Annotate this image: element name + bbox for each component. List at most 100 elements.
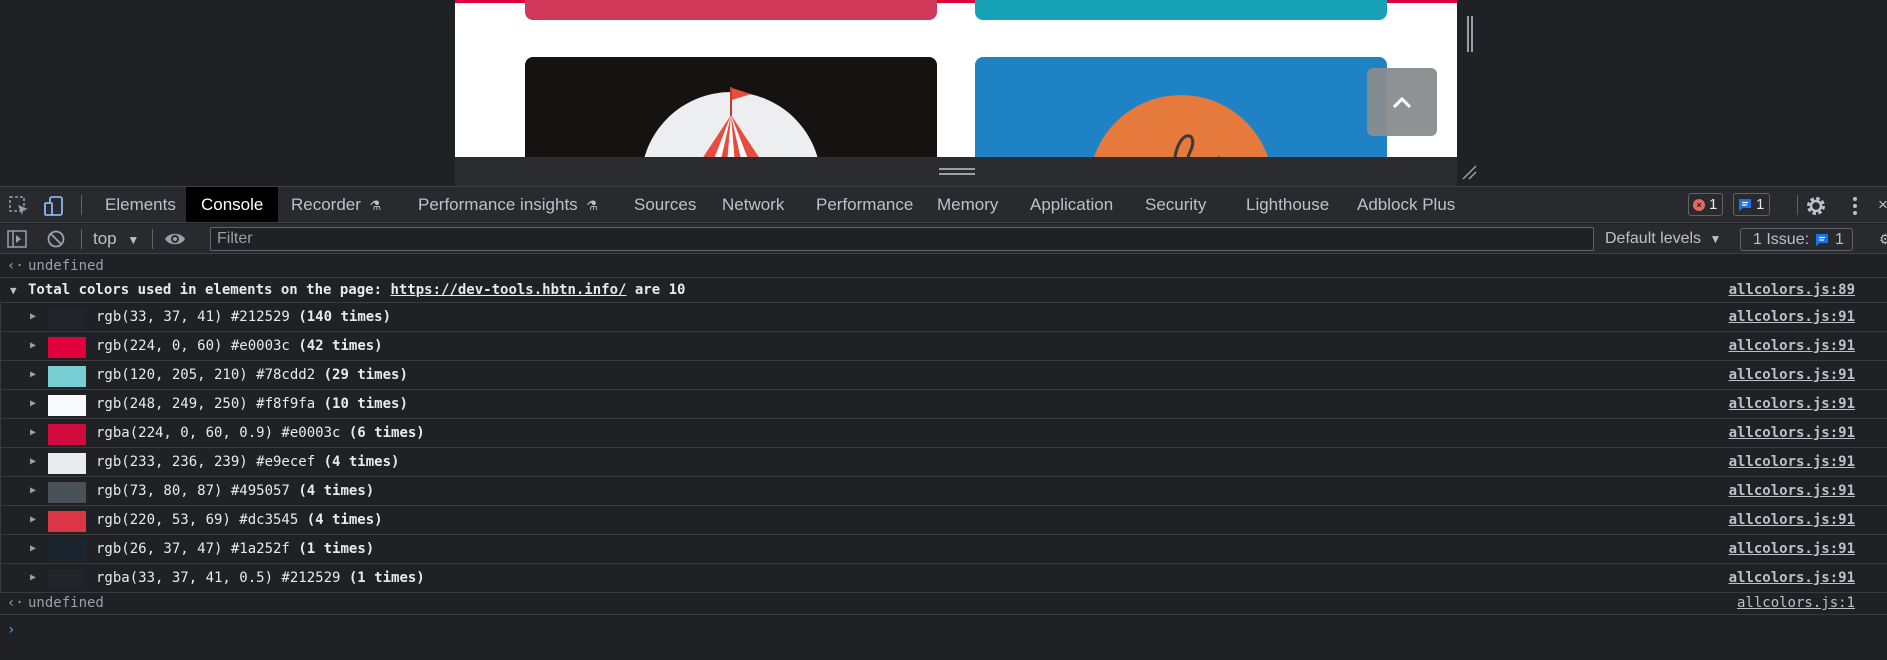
color-count: (140 times) <box>298 309 392 325</box>
color-swatch <box>48 366 86 387</box>
source-link[interactable]: allcolors.js:91 <box>1729 390 1855 418</box>
color-swatch <box>48 540 86 561</box>
expand-triangle-icon[interactable]: ▶ <box>30 419 36 447</box>
inspect-element-icon[interactable] <box>8 195 30 217</box>
console-color-row[interactable]: ▶ rgb(248, 249, 250) #f8f9fa (10 times) al… <box>0 390 1887 419</box>
expand-triangle-icon[interactable]: ▶ <box>30 535 36 563</box>
color-count: (1 times) <box>348 570 425 586</box>
source-link[interactable]: allcolors.js:91 <box>1729 361 1855 389</box>
source-link[interactable]: allcolors.js:91 <box>1729 477 1855 505</box>
source-link[interactable]: allcolors.js:91 <box>1729 419 1855 447</box>
basketball-icon <box>1094 95 1268 157</box>
gear-icon[interactable] <box>1805 195 1827 217</box>
error-counter[interactable]: × 1 <box>1688 193 1724 216</box>
card-circus[interactable] <box>525 57 937 157</box>
console-result: ‹· undefined <box>0 255 1887 278</box>
console-color-row[interactable]: ▶ rgb(233, 236, 239) #e9ecef (4 times) all… <box>0 448 1887 477</box>
log-levels-select[interactable]: Default levels ▼ <box>1605 224 1721 254</box>
console-group-header[interactable]: ▼ Total colors used in elements on the p… <box>0 278 1887 303</box>
expand-triangle-icon[interactable]: ▶ <box>30 332 36 360</box>
console-color-row[interactable]: ▶ rgb(120, 205, 210) #78cdd2 (29 times) al… <box>0 361 1887 390</box>
clear-console-icon[interactable] <box>45 228 67 250</box>
page-content <box>455 0 1457 157</box>
more-options-icon[interactable] <box>1844 195 1866 217</box>
sidebar-toggle-icon[interactable] <box>6 228 28 250</box>
card-teal[interactable] <box>975 0 1387 20</box>
expand-triangle-icon[interactable]: ▶ <box>30 448 36 476</box>
eye-icon[interactable] <box>164 228 186 250</box>
console-color-row[interactable]: ▶ rgb(220, 53, 69) #dc3545 (4 times) allco… <box>0 506 1887 535</box>
tab-performance[interactable]: Performance <box>816 187 913 222</box>
color-swatch <box>48 395 86 416</box>
tab-memory[interactable]: Memory <box>937 187 998 222</box>
color-count: (4 times) <box>323 454 400 470</box>
console-prompt-icon[interactable]: › <box>7 622 15 638</box>
color-entry: rgb(248, 249, 250) #f8f9fa (10 times) <box>96 390 408 418</box>
group-url-link[interactable]: https://dev-tools.hbtn.info/ <box>390 282 626 298</box>
color-entry: rgb(120, 205, 210) #78cdd2 (29 times) <box>96 361 408 389</box>
source-link[interactable]: allcolors.js:91 <box>1729 506 1855 534</box>
console-color-row[interactable]: ▶ rgba(224, 0, 60, 0.9) #e0003c (6 times)… <box>0 419 1887 448</box>
source-link[interactable]: allcolors.js:91 <box>1729 332 1855 360</box>
color-entry: rgb(33, 37, 41) #212529 (140 times) <box>96 303 391 331</box>
devtools-panel: Elements Console Recorder ⚗ Performance … <box>0 186 1887 660</box>
color-entry: rgba(224, 0, 60, 0.9) #e0003c (6 times) <box>96 419 425 447</box>
vertical-resize-handle-icon[interactable] <box>1466 16 1474 52</box>
page-viewport <box>0 0 1887 186</box>
error-icon: × <box>1693 198 1705 211</box>
console-settings-icon[interactable]: ⚙ <box>1879 224 1887 259</box>
tab-lighthouse[interactable]: Lighthouse <box>1246 187 1329 222</box>
tab-sources[interactable]: Sources <box>634 187 696 222</box>
source-link[interactable]: allcolors.js:91 <box>1729 564 1855 592</box>
source-link[interactable]: allcolors.js:1 <box>1737 592 1855 614</box>
tab-elements[interactable]: Elements <box>105 187 176 222</box>
source-link[interactable]: allcolors.js:91 <box>1729 535 1855 563</box>
color-count: (6 times) <box>348 425 425 441</box>
flask-icon: ⚗ <box>586 198 599 213</box>
collapse-triangle-icon[interactable]: ▼ <box>10 278 17 303</box>
color-entry: rgb(220, 53, 69) #dc3545 (4 times) <box>96 506 383 534</box>
tab-performance-insights[interactable]: Performance insights ⚗ <box>418 187 598 222</box>
color-entry: rgb(26, 37, 47) #1a252f (1 times) <box>96 535 374 563</box>
console-color-row[interactable]: ▶ rgba(33, 37, 41, 0.5) #212529 (1 times)… <box>0 564 1887 593</box>
tab-application[interactable]: Application <box>1030 187 1113 222</box>
expand-triangle-icon[interactable]: ▶ <box>30 303 36 331</box>
color-count: (42 times) <box>298 338 383 354</box>
source-link[interactable]: allcolors.js:89 <box>1729 278 1855 303</box>
circus-tent-icon <box>644 87 818 157</box>
devtools-tabbar: Elements Console Recorder ⚗ Performance … <box>0 187 1887 223</box>
tab-adblock-plus[interactable]: Adblock Plus <box>1357 187 1455 222</box>
expand-triangle-icon[interactable]: ▶ <box>30 390 36 418</box>
tab-console[interactable]: Console <box>186 187 279 222</box>
message-icon <box>1816 233 1829 246</box>
console-color-row[interactable]: ▶ rgb(33, 37, 41) #212529 (140 times) allc… <box>0 303 1887 332</box>
tab-recorder[interactable]: Recorder ⚗ <box>291 187 381 222</box>
source-link[interactable]: allcolors.js:91 <box>1729 303 1855 331</box>
message-counter[interactable]: 1 <box>1733 193 1771 216</box>
expand-triangle-icon[interactable]: ▶ <box>30 477 36 505</box>
color-swatch <box>48 337 86 358</box>
filter-input[interactable] <box>210 227 1594 251</box>
device-toolbar-icon[interactable] <box>43 195 65 217</box>
color-count: (10 times) <box>323 396 408 412</box>
expand-triangle-icon[interactable]: ▶ <box>30 506 36 534</box>
source-link[interactable]: allcolors.js:91 <box>1729 448 1855 476</box>
horizontal-resize-handle-icon[interactable] <box>939 167 975 177</box>
scroll-to-top-button[interactable] <box>1367 68 1437 136</box>
console-color-row[interactable]: ▶ rgb(26, 37, 47) #1a252f (1 times) allcol… <box>0 535 1887 564</box>
close-devtools-icon[interactable]: × <box>1878 187 1887 222</box>
card-basketball[interactable] <box>975 57 1387 157</box>
console-color-row[interactable]: ▶ rgb(224, 0, 60) #e0003c (42 times) allco… <box>0 332 1887 361</box>
console-color-row[interactable]: ▶ rgb(73, 80, 87) #495057 (4 times) allcol… <box>0 477 1887 506</box>
card-red[interactable] <box>525 0 937 20</box>
expand-triangle-icon[interactable]: ▶ <box>30 361 36 389</box>
corner-resize-handle-icon[interactable] <box>1461 164 1477 180</box>
tab-security[interactable]: Security <box>1145 187 1206 222</box>
tab-performance-insights-label: Performance insights <box>418 195 578 214</box>
context-select[interactable]: top ▼ <box>93 224 139 254</box>
color-value: rgb(233, 236, 239) #e9ecef <box>96 454 316 470</box>
tab-network[interactable]: Network <box>722 187 784 222</box>
expand-triangle-icon[interactable]: ▶ <box>30 564 36 592</box>
issues-button[interactable]: 1 Issue: 1 <box>1740 228 1853 251</box>
color-swatch <box>48 308 86 329</box>
